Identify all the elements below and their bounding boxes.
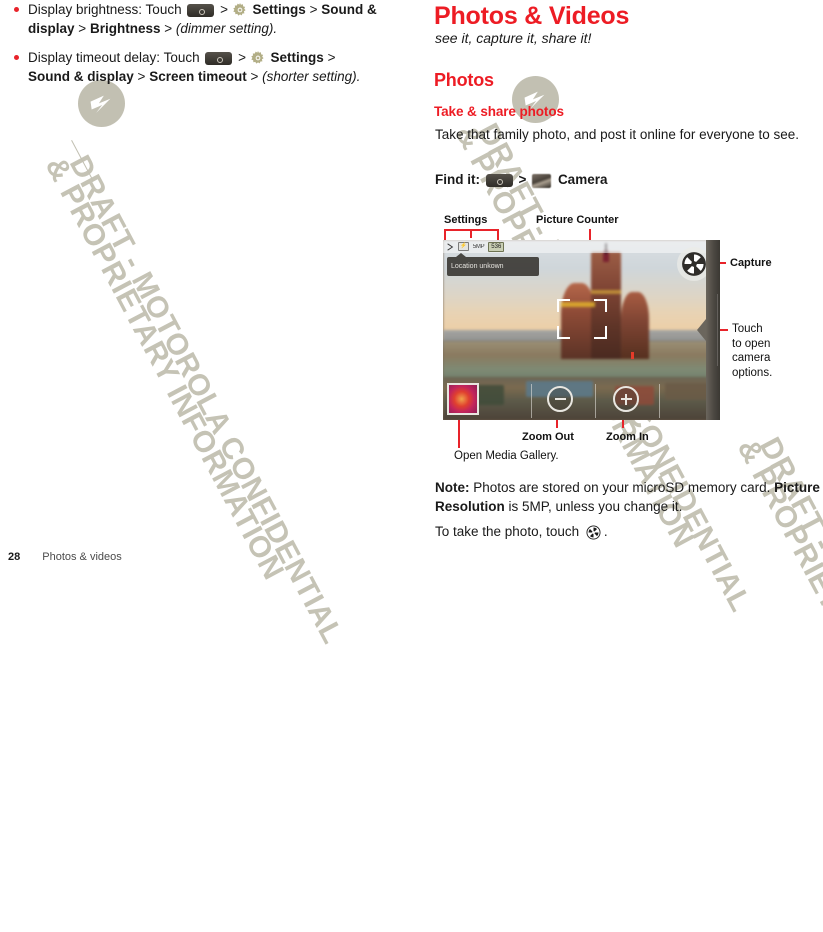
zoom-in-icon-v <box>625 393 627 405</box>
camera-status-bar: ⚡ 5MP 536 <box>443 240 720 253</box>
camera-app-icon <box>532 174 552 188</box>
separator: > <box>250 69 259 84</box>
separator: > <box>327 50 336 65</box>
left-column: Display brightness: Touch > Settings > S… <box>0 0 418 569</box>
menu-key-icon <box>187 4 215 17</box>
shutter-icon <box>586 525 601 540</box>
note-paragraph: Note: Photos are stored on your microSD … <box>435 478 823 516</box>
church-dome-right <box>620 292 649 359</box>
viewfinder-foreground <box>443 376 720 420</box>
callout-label-open-gallery: Open Media Gallery. <box>454 450 559 462</box>
take-photo-paragraph: To take the photo, touch . <box>435 522 608 541</box>
intro-paragraph: Take that family photo, and post it onli… <box>435 127 799 142</box>
bullet-list: Display brightness: Touch > Settings > S… <box>8 0 408 96</box>
setting-hint: (dimmer setting). <box>175 21 278 36</box>
take-photo-text: To take the photo, touch <box>435 524 580 539</box>
bullet-display-timeout: Display timeout delay: Touch > Settings … <box>8 48 408 86</box>
take-photo-period: . <box>603 524 608 539</box>
focus-corner-tr <box>593 299 607 313</box>
settings-label: Settings <box>270 50 324 65</box>
shutter-aperture-icon <box>682 252 706 276</box>
zoom-out-button[interactable] <box>547 386 573 412</box>
note-text-1: Photos are stored on your microSD memory… <box>469 480 771 495</box>
callout-label-camera-options: Touch to open camera options. <box>732 322 772 380</box>
settings-label: Settings <box>252 2 306 17</box>
footer-section-name: Photos & videos <box>42 551 122 563</box>
separator: > <box>518 172 527 187</box>
separator: > <box>164 21 173 36</box>
find-it-line: Find it: > Camera <box>435 170 607 189</box>
control-divider <box>595 384 596 418</box>
chevron-right-icon[interactable] <box>446 242 454 251</box>
camera-options-line-4: options. <box>732 366 773 379</box>
red-indicator <box>631 351 635 359</box>
camera-options-line-1: Touch <box>732 323 763 335</box>
callout-label-zoom-out: Zoom Out <box>522 431 574 443</box>
camera-options-arrow-icon[interactable] <box>697 319 706 341</box>
setting-hint: (shorter setting). <box>262 69 361 84</box>
control-divider <box>659 384 660 418</box>
camera-options-line-2: to open <box>732 337 771 350</box>
focus-corner-br <box>593 326 607 340</box>
chapter-title: Photos & Videos <box>434 2 630 30</box>
callout-line-settings-stem <box>470 229 472 238</box>
flash-icon[interactable]: ⚡ <box>458 242 469 251</box>
note-label: Note: <box>435 480 470 495</box>
callout-label-settings: Settings <box>444 214 488 226</box>
chapter-subtitle: see it, capture it, share it! <box>435 30 592 46</box>
bullet-text-lead: Display brightness: Touch <box>28 2 182 17</box>
callout-label-picture-counter: Picture Counter <box>536 214 619 226</box>
separator: > <box>137 69 146 84</box>
callout-label-capture: Capture <box>730 257 772 269</box>
manual-page: DRAFT - MOTOROLA CONFIDENTIAL & PROPRIET… <box>0 0 823 931</box>
find-it-label: Find it: <box>435 172 480 187</box>
right-column: Photos & Videos see it, capture it, shar… <box>434 0 823 569</box>
sound-display-label: Sound & display <box>28 69 134 84</box>
note-text-2: is 5MP, unless you change it. <box>504 499 683 514</box>
control-divider <box>531 384 532 418</box>
zoom-out-icon <box>554 398 566 400</box>
settings-gear-icon <box>233 3 247 17</box>
separator: > <box>78 21 87 36</box>
menu-key-icon <box>205 52 233 65</box>
brightness-label: Brightness <box>89 21 161 36</box>
separator: > <box>309 2 318 17</box>
picture-counter-badge: 536 <box>488 241 505 252</box>
settings-gear-icon <box>251 51 265 65</box>
subsection-title: Take & share photos <box>434 104 564 119</box>
bullet-text-lead: Display timeout delay: Touch <box>28 50 200 65</box>
menu-key-icon <box>485 174 513 187</box>
focus-corner-bl <box>556 326 570 340</box>
separator: > <box>238 50 247 65</box>
church-band-2 <box>590 289 621 294</box>
zoom-in-button[interactable] <box>613 386 639 412</box>
page-footer: 28 Photos & videos <box>8 551 122 563</box>
camera-options-drawer[interactable] <box>706 240 720 420</box>
resolution-indicator: 5MP <box>472 243 485 250</box>
section-title: Photos <box>434 70 494 90</box>
focus-bracket <box>556 299 607 340</box>
screen-timeout-label: Screen timeout <box>149 69 247 84</box>
camera-options-line-3: camera <box>732 352 771 364</box>
focus-corner-tl <box>556 299 570 313</box>
bullet-display-brightness: Display brightness: Touch > Settings > S… <box>8 0 408 38</box>
location-tooltip: Location unkown <box>447 253 539 276</box>
page-number: 28 <box>8 551 21 563</box>
camera-app-label: Camera <box>557 172 608 187</box>
callout-label-zoom-in: Zoom In <box>606 431 649 443</box>
gallery-thumbnail[interactable] <box>447 383 479 415</box>
separator: > <box>220 2 229 17</box>
drawer-notch <box>717 294 718 366</box>
camera-ui-figure: Settings Picture Counter Capture Touch t… <box>434 200 823 470</box>
camera-viewfinder-screenshot: ⚡ 5MP 536 Location unkown <box>443 240 720 420</box>
